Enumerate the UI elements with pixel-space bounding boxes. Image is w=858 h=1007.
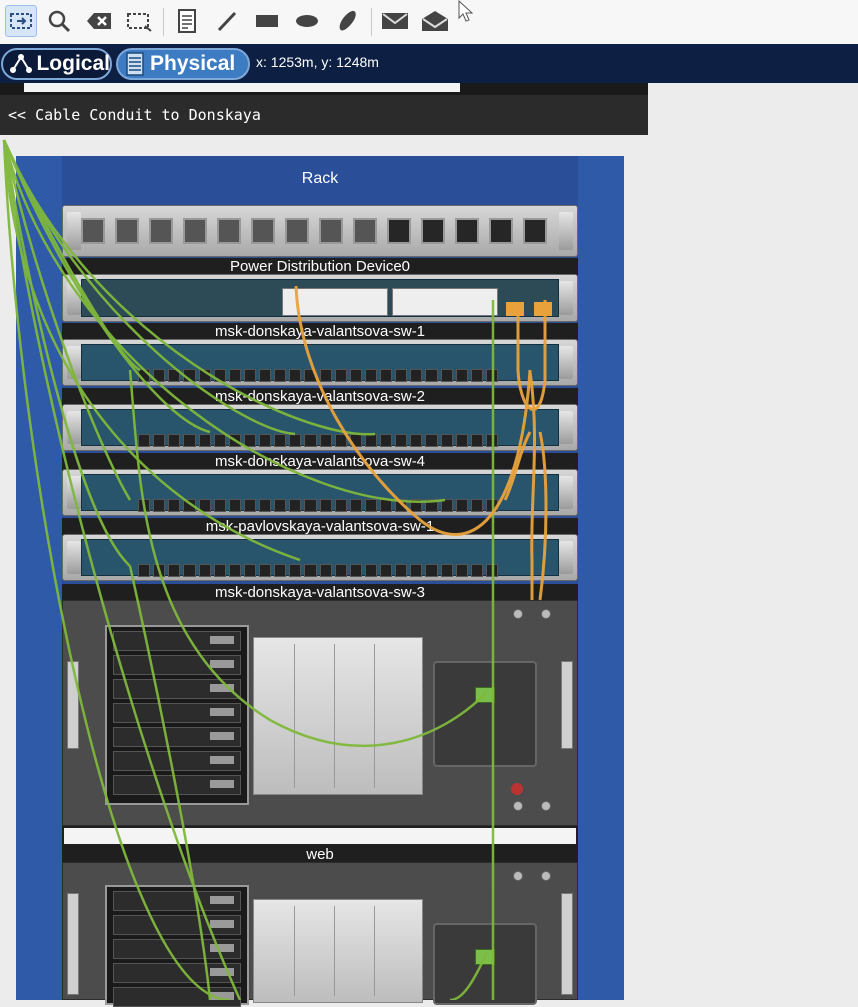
delete-icon[interactable] — [83, 5, 115, 37]
rack-title: Rack — [301, 170, 339, 187]
server-msk-donskaya-sw-3[interactable] — [62, 600, 578, 826]
power-distribution-device[interactable] — [62, 274, 578, 322]
select-icon[interactable] — [5, 5, 37, 37]
logical-topology-icon — [10, 54, 32, 73]
patch-panel[interactable] — [62, 205, 578, 257]
rectangle-icon[interactable] — [251, 5, 283, 37]
switch-msk-donskaya-sw-4[interactable] — [62, 469, 578, 516]
rack-blank-panel — [62, 826, 578, 846]
rack-icon — [126, 52, 144, 76]
physical-view-button[interactable]: Physical — [116, 48, 250, 80]
simple-pdu-icon[interactable] — [379, 5, 411, 37]
switch-msk-donskaya-sw-2[interactable] — [62, 404, 578, 451]
switch-msk-donskaya-sw-1[interactable] — [62, 339, 578, 386]
logical-view-button[interactable]: Logical — [1, 48, 112, 80]
resize-icon[interactable] — [123, 5, 155, 37]
toolbar-separator — [163, 8, 164, 36]
cursor-coordinates: x: 1253m, y: 1248m — [256, 54, 379, 70]
inspect-icon[interactable] — [43, 5, 75, 37]
server-web[interactable] — [62, 862, 578, 1007]
note-icon[interactable] — [171, 5, 203, 37]
toolbar-separator — [371, 8, 372, 36]
complex-pdu-icon[interactable] — [419, 5, 451, 37]
cable-conduit-link[interactable]: << Cable Conduit to Donskaya — [0, 95, 648, 135]
cable-conduit-label: << Cable Conduit to Donskaya — [8, 106, 261, 124]
freeform-icon[interactable] — [331, 5, 363, 37]
ellipse-icon[interactable] — [291, 5, 323, 37]
mode-bar: Logical Physical — [0, 44, 858, 83]
conduit-cable-tray — [0, 83, 648, 95]
draw-line-icon[interactable] — [211, 5, 243, 37]
toolbar — [0, 0, 858, 45]
switch-msk-pavlovskaya-sw-1[interactable] — [62, 534, 578, 581]
physical-view-label: Physical — [150, 52, 236, 75]
logical-view-label: Logical — [36, 52, 110, 75]
mouse-cursor-icon — [458, 0, 473, 22]
